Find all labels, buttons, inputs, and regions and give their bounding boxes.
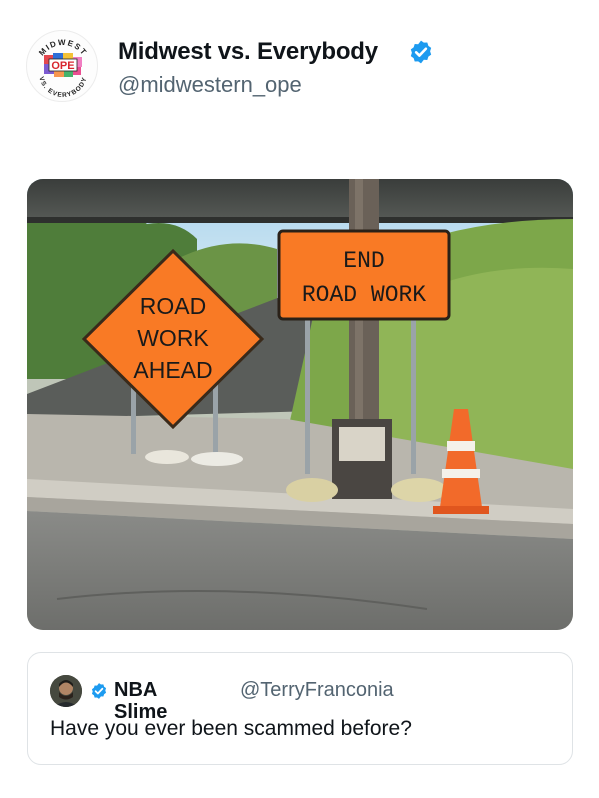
logo-bottom-text: VS. EVERYBODY — [37, 76, 87, 99]
quoted-tweet-card[interactable]: NBA Slime @TerryFranconia Have you ever … — [27, 652, 573, 765]
midwest-logo-avatar[interactable]: MIDWEST VS. EVERYBODY OPE — [26, 30, 98, 102]
profile-photo-icon — [50, 675, 82, 707]
svg-text:VS. EVERYBODY: VS. EVERYBODY — [37, 76, 88, 99]
logo-ope-text: OPE — [51, 60, 74, 72]
tweet-header: MIDWEST VS. EVERYBODY OPE Midwest vs. Ev… — [26, 30, 576, 106]
diamond-sign-line-3: AHEAD — [133, 357, 212, 383]
diamond-sign-line-1: ROAD — [140, 293, 206, 319]
diamond-sign-line-2: WORK — [137, 325, 209, 351]
rect-sign-line-1: END — [343, 248, 384, 274]
author-handle[interactable]: @midwestern_ope — [118, 72, 302, 98]
tweet-photo[interactable]: ROAD WORK AHEAD END ROAD WORK — [27, 179, 573, 630]
quoted-verified-badge-icon — [91, 683, 107, 699]
midwest-logo-icon: MIDWEST VS. EVERYBODY OPE — [37, 38, 88, 99]
quoted-author-avatar[interactable] — [50, 675, 82, 707]
verified-badge-icon — [410, 40, 432, 64]
road-work-photo: ROAD WORK AHEAD END ROAD WORK — [27, 179, 573, 630]
quoted-tweet-text: Have you ever been scammed before? — [50, 717, 412, 740]
quoted-author-handle[interactable]: @TerryFranconia — [240, 679, 394, 702]
end-road-work-sign: END ROAD WORK — [277, 229, 451, 321]
author-display-name[interactable]: Midwest vs. Everybody — [118, 38, 378, 66]
rect-sign-line-2: ROAD WORK — [302, 282, 426, 308]
